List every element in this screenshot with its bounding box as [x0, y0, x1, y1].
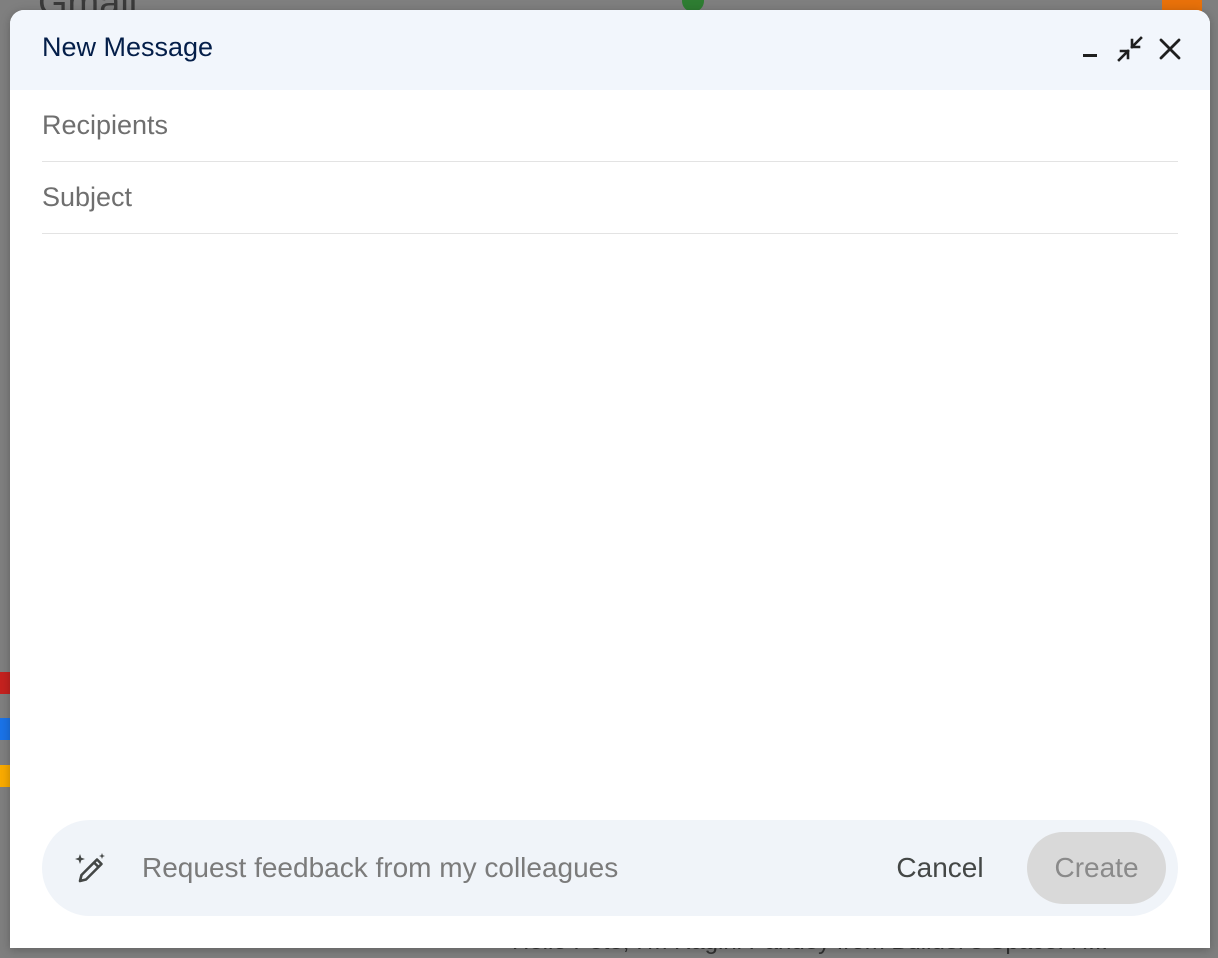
prompt-input[interactable]: [142, 846, 842, 890]
background-label-yellow: [0, 765, 10, 787]
subject-field: [42, 162, 1178, 234]
new-message-dialog: New Message Recipients Subject Request f…: [10, 10, 1210, 948]
recipients-input[interactable]: [42, 90, 1178, 161]
subject-input[interactable]: [42, 162, 1178, 233]
dialog-title: New Message: [42, 32, 214, 62]
minimize-icon: [1083, 54, 1097, 57]
exit-fullscreen-button[interactable]: [1113, 32, 1147, 66]
minimize-button[interactable]: [1073, 32, 1107, 66]
exit-fullscreen-icon: [1117, 36, 1143, 62]
close-button[interactable]: [1153, 32, 1187, 66]
recipients-field: [42, 90, 1178, 162]
background-label-blue: [0, 718, 10, 740]
background-label-red: [0, 672, 10, 694]
dialog-header: New Message: [10, 10, 1210, 90]
close-icon: [1159, 38, 1181, 60]
help-me-write-bar: Cancel Create: [42, 820, 1178, 916]
magic-pencil-icon: [75, 853, 105, 883]
message-body[interactable]: [42, 242, 1178, 802]
create-button[interactable]: Create: [1027, 832, 1166, 904]
cancel-button[interactable]: Cancel: [880, 844, 1000, 892]
